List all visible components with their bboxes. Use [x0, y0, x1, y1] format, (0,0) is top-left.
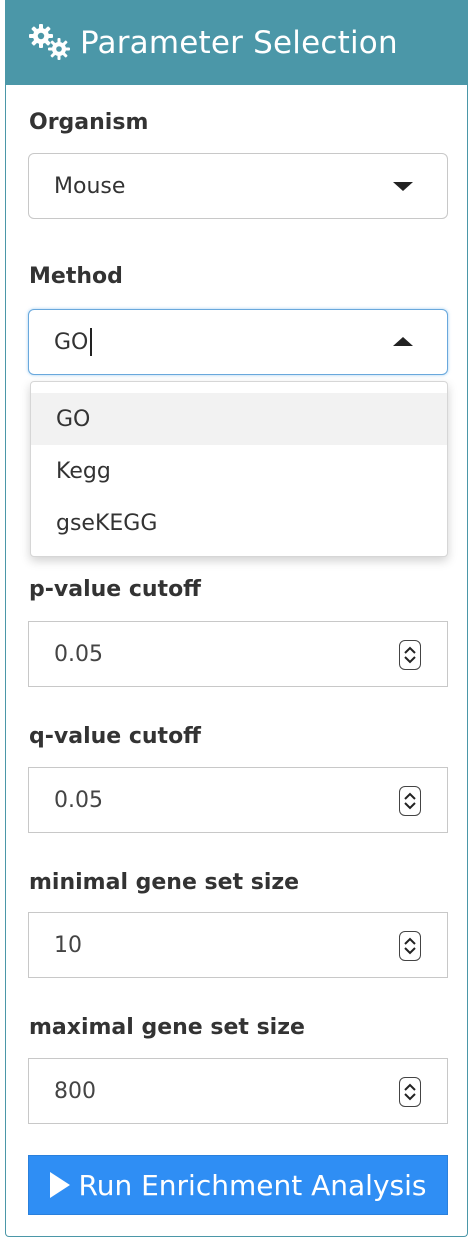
max-gs-stepper[interactable]	[399, 1077, 421, 1107]
qvalue-input[interactable]: 0.05	[28, 767, 448, 833]
qvalue-stepper[interactable]	[399, 786, 421, 816]
min-gs-label: minimal gene set size	[29, 870, 300, 895]
pvalue-value: 0.05	[54, 641, 103, 667]
method-dropdown: GO Kegg gseKEGG	[30, 381, 448, 557]
max-gs-value: 800	[54, 1078, 96, 1104]
panel-title: Parameter Selection	[80, 24, 398, 61]
run-enrichment-button[interactable]: Run Enrichment Analysis	[28, 1155, 448, 1215]
run-button-label: Run Enrichment Analysis	[78, 1168, 427, 1202]
min-gs-value: 10	[54, 932, 82, 958]
method-value: GO	[54, 329, 89, 355]
text-cursor	[90, 328, 93, 356]
method-option-go[interactable]: GO	[31, 393, 447, 445]
organism-value: Mouse	[54, 173, 126, 199]
min-gs-stepper[interactable]	[399, 931, 421, 961]
method-option-kegg[interactable]: Kegg	[31, 445, 447, 497]
organism-select[interactable]: Mouse	[28, 153, 448, 219]
pvalue-stepper[interactable]	[399, 640, 421, 670]
pvalue-input[interactable]: 0.05	[28, 621, 448, 687]
pvalue-label: p-value cutoff	[29, 577, 202, 602]
chevron-up-icon	[393, 337, 413, 346]
organism-label: Organism	[29, 110, 149, 135]
parameter-panel: Parameter Selection Organism Mouse Metho…	[5, 0, 468, 1237]
play-icon	[49, 1172, 70, 1198]
gears-icon	[29, 23, 70, 60]
method-select[interactable]: GO	[28, 309, 448, 375]
method-option-gsekegg[interactable]: gseKEGG	[31, 497, 447, 549]
max-gs-label: maximal gene set size	[29, 1015, 305, 1040]
min-gs-input[interactable]: 10	[28, 912, 448, 978]
qvalue-label: q-value cutoff	[29, 724, 202, 749]
panel-header: Parameter Selection	[6, 0, 467, 85]
max-gs-input[interactable]: 800	[28, 1058, 448, 1124]
chevron-down-icon	[393, 182, 413, 191]
qvalue-value: 0.05	[54, 787, 103, 813]
method-label: Method	[29, 264, 123, 289]
